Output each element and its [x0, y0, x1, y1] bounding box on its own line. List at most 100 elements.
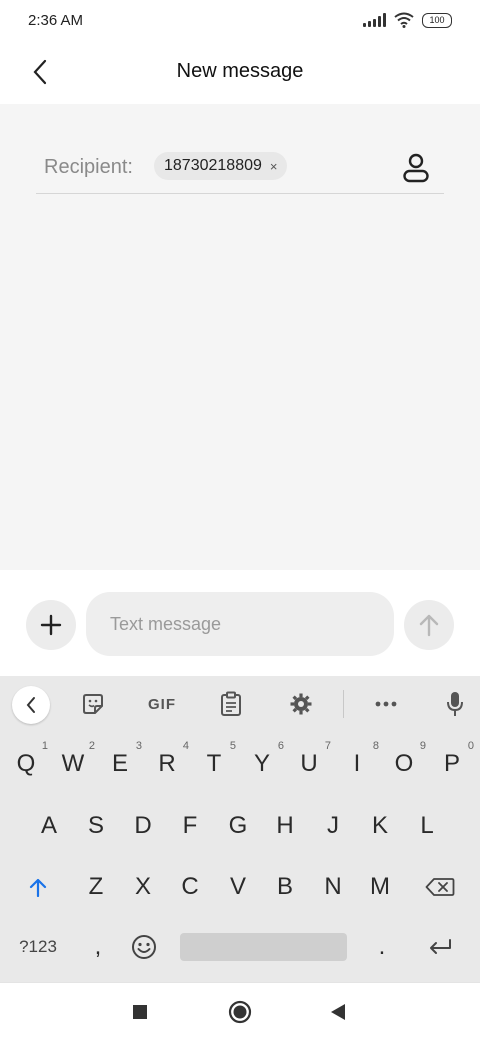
key-label: Q [16, 750, 36, 777]
sticker-icon [83, 694, 103, 714]
key-m[interactable]: M [358, 861, 402, 913]
enter-icon [430, 939, 451, 954]
person-icon [403, 153, 429, 183]
emoji-key[interactable] [122, 921, 166, 973]
signal-icon [363, 13, 386, 27]
key-k[interactable]: K [358, 800, 402, 852]
clipboard-icon [221, 691, 241, 716]
key-hint: 9 [419, 740, 426, 752]
key-i[interactable]: I8 [335, 738, 379, 790]
key-b[interactable]: B [263, 861, 307, 913]
key-n[interactable]: N [311, 861, 355, 913]
gif-icon: GIF [148, 695, 176, 713]
shift-key[interactable] [16, 861, 60, 913]
key-t[interactable]: T5 [192, 738, 236, 790]
key-label: R [158, 750, 176, 777]
keyboard-settings-button[interactable] [282, 686, 320, 722]
chevron-left-icon [26, 697, 35, 713]
page-title: New message [176, 60, 304, 82]
text-message-input[interactable] [86, 592, 394, 656]
key-r[interactable]: R4 [145, 738, 189, 790]
more-icon [375, 701, 397, 707]
key-q[interactable]: Q1 [4, 738, 48, 790]
plus-icon [40, 614, 62, 636]
remove-recipient-icon[interactable]: × [270, 159, 278, 174]
key-label: E [111, 750, 128, 777]
key-hint: 2 [88, 740, 95, 752]
keyboard-toolbar: GIF [0, 676, 480, 732]
key-hint: 7 [324, 740, 331, 752]
key-a[interactable]: A [27, 800, 71, 852]
recipient-chip[interactable]: 18730218809 × [154, 152, 288, 180]
keyboard: G I F Q 1 W 2 E 3 R 4 T 5 Y 6 U 7 I 8 O 9 … [0, 676, 480, 982]
key-z[interactable]: Z [74, 861, 118, 913]
key-l[interactable]: L [405, 800, 449, 852]
key-hint: 4 [182, 740, 189, 752]
pick-contact-button[interactable] [398, 150, 434, 186]
battery-icon: 100 [422, 12, 452, 28]
key-j[interactable]: J [311, 800, 355, 852]
more-options-button[interactable] [367, 686, 405, 722]
recents-icon [133, 1005, 147, 1019]
key-s[interactable]: S [74, 800, 118, 852]
key-p[interactable]: P0 [430, 738, 474, 790]
key-c[interactable]: C [168, 861, 212, 913]
nav-back-button[interactable] [323, 997, 353, 1027]
key-e[interactable]: E3 [98, 738, 142, 790]
battery-level: 100 [429, 15, 445, 25]
key-f[interactable]: F [168, 800, 212, 852]
enter-key[interactable] [418, 921, 462, 973]
wifi-icon [394, 12, 414, 28]
toolbar-divider [343, 690, 344, 718]
status-icons: 100 [363, 12, 452, 28]
back-icon [331, 1004, 345, 1020]
clipboard-button[interactable] [212, 686, 250, 722]
key-label: Y [253, 750, 270, 777]
recents-button[interactable] [125, 997, 155, 1027]
key-x[interactable]: X [121, 861, 165, 913]
key-label: U [300, 750, 318, 777]
key-v[interactable]: V [216, 861, 260, 913]
key-hint: 6 [277, 740, 284, 752]
status-bar: 2:36 AM 100 [0, 0, 480, 42]
comma-key[interactable]: , [76, 921, 120, 973]
gear-icon [290, 693, 312, 715]
screen: 2:36 AM 100 New message Recipient: 18730… [0, 0, 480, 1040]
key-hint: 0 [467, 740, 474, 752]
key-o[interactable]: O9 [382, 738, 426, 790]
key-u[interactable]: U7 [287, 738, 331, 790]
backspace-icon [425, 878, 455, 896]
voice-input-button[interactable] [436, 686, 474, 722]
recipient-row: Recipient: 18730218809 × [36, 142, 444, 194]
gif-button[interactable]: GIF [140, 686, 184, 722]
key-label: O [394, 750, 414, 777]
key-hint: 3 [135, 740, 142, 752]
key-g[interactable]: G [216, 800, 260, 852]
key-hint: 5 [229, 740, 236, 752]
send-button[interactable] [404, 600, 454, 650]
status-time: 2:36 AM [28, 12, 84, 29]
key-h[interactable]: H [263, 800, 307, 852]
key-d[interactable]: D [121, 800, 165, 852]
space-bar[interactable] [180, 933, 347, 961]
recipient-chip-number: 18730218809 [164, 157, 262, 174]
keyboard-collapse-button[interactable] [12, 686, 50, 724]
navigation-bar [0, 982, 480, 1040]
arrow-up-icon [419, 614, 439, 637]
key-label: I [353, 750, 361, 777]
symbols-key[interactable]: ?123 [12, 921, 64, 973]
compose-bar [0, 570, 480, 676]
sticker-button[interactable] [74, 686, 112, 722]
key-label: W [61, 750, 85, 777]
key-w[interactable]: W2 [51, 738, 95, 790]
backspace-key[interactable] [418, 861, 462, 913]
key-hint: 1 [41, 740, 48, 752]
shift-icon [29, 878, 47, 897]
key-y[interactable]: Y6 [240, 738, 284, 790]
app-header: New message [0, 42, 480, 104]
attach-button[interactable] [26, 600, 76, 650]
period-key[interactable]: . [360, 921, 404, 973]
mic-icon [447, 692, 463, 716]
home-button[interactable] [225, 997, 255, 1027]
key-label: P [443, 750, 460, 777]
